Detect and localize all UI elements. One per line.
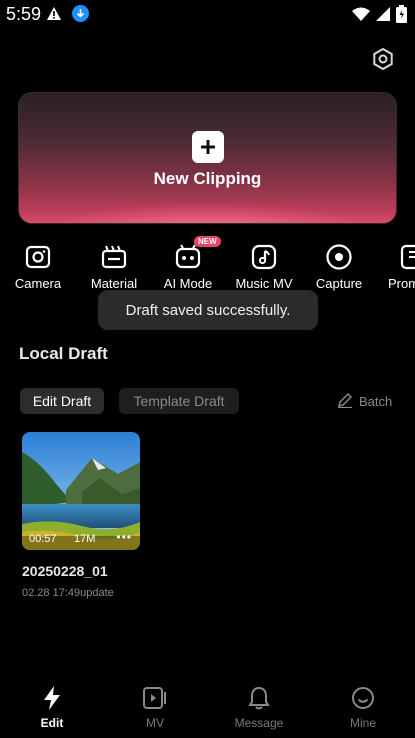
plus-icon [192, 131, 224, 163]
nav-label: Edit [40, 716, 64, 730]
nav-label: Mine [349, 716, 376, 730]
tool-music-mv[interactable]: Music MV [226, 238, 302, 291]
batch-button[interactable]: Batch [337, 392, 392, 411]
camera-icon [0, 238, 76, 276]
draft-size: 17M [74, 533, 96, 545]
nav-edit[interactable]: Edit [22, 684, 82, 730]
mv-icon [125, 684, 185, 712]
batch-label: Batch [359, 394, 393, 409]
tool-label: Prom [388, 276, 415, 291]
more-options-icon[interactable]: ••• [116, 530, 132, 544]
tool-material[interactable]: Material [76, 238, 152, 291]
status-indicators [352, 5, 407, 28]
nav-label: Message [234, 716, 284, 730]
battery-icon [396, 5, 407, 28]
signal-icon [376, 7, 390, 26]
draft-thumbnail[interactable]: 00:57 17M ••• [22, 432, 140, 550]
bell-icon [229, 684, 289, 712]
warning-icon [46, 6, 62, 26]
tool-ai-mode[interactable]: NEW AI Mode [150, 236, 226, 291]
nav-label: MV [146, 716, 164, 730]
tool-label: Capture [315, 276, 363, 291]
local-draft-title: Local Draft [19, 344, 108, 363]
smile-icon [333, 684, 393, 712]
nav-message[interactable]: Message [229, 684, 289, 730]
tool-label: Material [90, 276, 138, 291]
wifi-icon [352, 7, 370, 26]
nav-mv[interactable]: MV [125, 684, 185, 730]
nav-mine[interactable]: Mine [333, 684, 393, 730]
tool-prompter[interactable]: Prom [376, 238, 415, 291]
draft-date: 02.28 17:49update [22, 587, 114, 599]
prompter-icon [376, 238, 415, 276]
new-badge: NEW [194, 236, 221, 247]
bottom-nav: Edit MV Message Mine [0, 680, 415, 738]
screen: 5:59 New Clipping Camera Material NEW AI… [0, 0, 415, 738]
lightning-icon [22, 684, 82, 712]
tab-template-draft[interactable]: Template Draft [119, 388, 239, 414]
download-icon [72, 5, 89, 22]
tool-camera[interactable]: Camera [0, 238, 76, 291]
toast-message: Draft saved successfully. [98, 290, 318, 330]
music-mv-icon [226, 238, 302, 276]
pencil-icon [337, 392, 353, 411]
tool-label: Music MV [235, 276, 293, 291]
draft-name[interactable]: 20250228_01 [22, 563, 108, 579]
tool-row: Camera Material NEW AI Mode Music MV Cap… [0, 236, 415, 298]
tab-edit-draft[interactable]: Edit Draft [20, 388, 104, 414]
settings-hex-icon[interactable] [368, 44, 398, 74]
draft-duration: 00:57 [29, 533, 57, 545]
tool-label: AI Mode [163, 276, 213, 291]
status-bar: 5:59 [0, 0, 415, 30]
capture-icon [301, 238, 377, 276]
status-time: 5:59 [6, 4, 42, 24]
tool-capture[interactable]: Capture [301, 238, 377, 291]
material-icon [76, 238, 152, 276]
new-clipping-button[interactable]: New Clipping [18, 92, 397, 224]
tool-label: Camera [14, 276, 62, 291]
new-clipping-label: New Clipping [153, 169, 262, 188]
